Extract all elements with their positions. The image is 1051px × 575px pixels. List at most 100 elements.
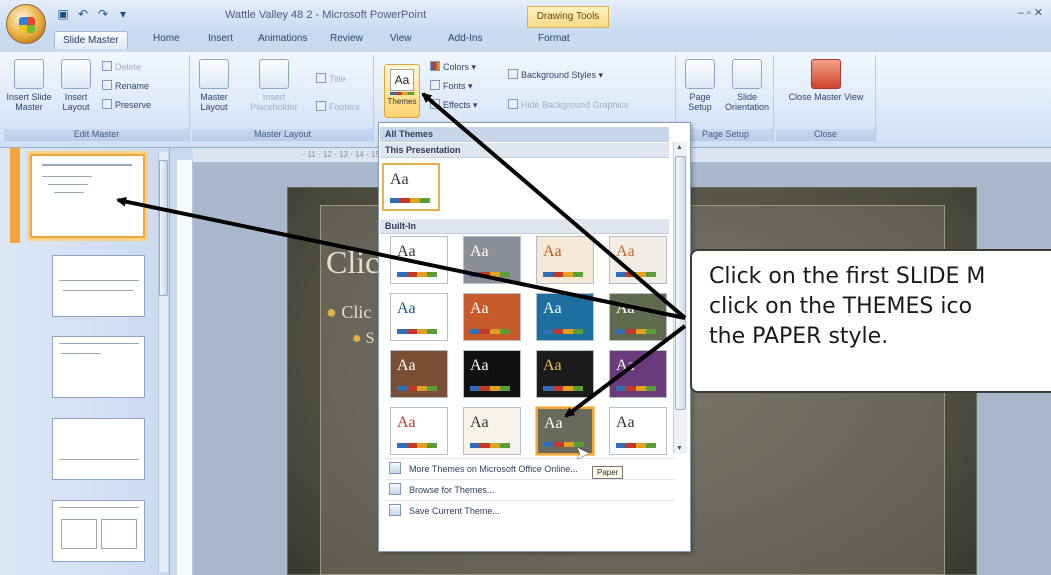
delete-button[interactable]: Delete [102, 61, 141, 72]
undo-icon[interactable]: ↶ [76, 7, 90, 21]
group-edit-master: Insert Slide Master Insert Layout Delete… [4, 55, 190, 143]
group-label-master-layout: Master Layout [192, 129, 373, 141]
effects-button[interactable]: Effects ▾ [430, 99, 477, 111]
theme-tile-label: Aa [470, 300, 489, 317]
scroll-down-icon[interactable]: ▼ [676, 445, 683, 452]
title-check-icon [316, 73, 326, 83]
group-label-edit-master: Edit Master [4, 129, 189, 141]
theme-color-swatch [616, 386, 656, 391]
window-controls[interactable]: – ▫ ✕ [1018, 6, 1043, 19]
theme-color-swatch [397, 443, 437, 448]
theme-tile[interactable]: Aa [390, 293, 448, 341]
tab-view[interactable]: View [390, 33, 412, 44]
theme-color-swatch [543, 329, 583, 334]
slide-body-level1[interactable]: ● Clic [326, 302, 371, 323]
theme-tile-current[interactable]: Aa [382, 163, 440, 211]
group-master-layout: Master Layout Insert Placeholder Title F… [192, 55, 374, 143]
tab-animations[interactable]: Animations [258, 33, 307, 44]
page-setup-button[interactable]: Page Setup [680, 59, 720, 112]
redo-icon[interactable]: ↷ [96, 7, 110, 21]
theme-tile-label: Aa [470, 414, 489, 431]
more-themes-online-item[interactable]: More Themes on Microsoft Office Online..… [385, 458, 675, 478]
group-label-page-setup: Page Setup [678, 129, 773, 141]
theme-tile[interactable]: Aa [609, 236, 667, 284]
thumb-title-line [59, 343, 139, 344]
layout-thumbnail[interactable] [52, 255, 145, 317]
theme-tile-label: Aa [543, 243, 562, 260]
save-theme-icon [389, 504, 401, 516]
footers-checkbox[interactable]: Footers [316, 101, 360, 112]
insert-placeholder-button[interactable]: Insert Placeholder [238, 59, 310, 112]
fonts-button[interactable]: Fonts ▾ [430, 80, 473, 92]
bullet-icon: ● [352, 330, 366, 347]
theme-tile-label: Aa [544, 415, 563, 432]
instruction-callout: Click on the first SLIDE M click on the … [690, 249, 1051, 393]
layout-thumbnail[interactable] [52, 500, 145, 562]
theme-tile[interactable]: Aa [536, 293, 594, 341]
bullet-icon: ● [326, 302, 342, 322]
thumb-title-line [59, 280, 139, 281]
theme-tile[interactable]: Aa [536, 350, 594, 398]
theme-tile[interactable]: Aa [536, 236, 594, 284]
office-button[interactable] [6, 4, 46, 44]
preserve-button[interactable]: Preserve [102, 99, 151, 110]
gallery-scrollbar-thumb[interactable] [675, 156, 686, 410]
theme-color-swatch [616, 272, 656, 277]
theme-tile[interactable]: Aa [463, 293, 521, 341]
slide-master-thumbnail[interactable] [30, 154, 145, 238]
scroll-up-icon[interactable]: ▲ [676, 144, 683, 151]
background-styles-icon [508, 69, 518, 79]
hide-background-check-icon [508, 99, 518, 109]
title-checkbox[interactable]: Title [316, 73, 346, 84]
slide-title-placeholder[interactable]: Clic [326, 244, 379, 281]
tab-review[interactable]: Review [330, 33, 363, 44]
footers-check-icon [316, 101, 326, 111]
preserve-icon [102, 99, 112, 109]
layout-thumbnail[interactable] [52, 418, 145, 480]
insert-layout-button[interactable]: Insert Layout [54, 59, 98, 112]
theme-tile[interactable]: Aa [390, 407, 448, 455]
gallery-header-all-themes[interactable]: All Themes [380, 127, 669, 142]
theme-tile-label: Aa [543, 357, 562, 374]
rename-button[interactable]: Rename [102, 80, 149, 91]
tab-home[interactable]: Home [153, 33, 180, 44]
thumb-body-line [42, 176, 92, 177]
colors-button[interactable]: Colors ▾ [430, 61, 476, 73]
scrollbar-thumb[interactable] [159, 160, 168, 296]
slide-body-level2[interactable]: ● S [352, 330, 375, 348]
slides-pane-scrollbar[interactable] [158, 152, 168, 572]
group-close: Close Master View Close [776, 55, 876, 143]
master-layout-button[interactable]: Master Layout [194, 59, 234, 112]
theme-tile-label: Aa [616, 243, 635, 260]
tab-format[interactable]: Format [538, 33, 570, 44]
gallery-scrollbar[interactable]: ▲ ▼ [673, 142, 687, 454]
customize-qat-icon[interactable]: ▾ [116, 7, 130, 21]
theme-tile[interactable]: Aa [609, 407, 667, 455]
insert-slide-master-button[interactable]: Insert Slide Master [6, 59, 52, 112]
theme-color-swatch [543, 272, 583, 277]
hide-background-checkbox[interactable]: Hide Background Graphics [508, 99, 629, 110]
theme-tile[interactable]: Aa [463, 407, 521, 455]
theme-tile-label: Aa [397, 414, 416, 431]
save-icon[interactable]: ▣ [56, 7, 70, 21]
themes-button[interactable]: Aa Themes [384, 64, 420, 118]
browse-for-themes-item[interactable]: Browse for Themes... [385, 479, 675, 499]
theme-color-swatch [397, 386, 437, 391]
theme-tile-label: Aa [543, 300, 562, 317]
theme-tile[interactable]: Aa [609, 350, 667, 398]
tab-add-ins[interactable]: Add-Ins [448, 33, 482, 44]
themes-icon: Aa [390, 69, 414, 91]
close-master-view-button[interactable]: Close Master View [786, 59, 866, 102]
save-current-theme-item[interactable]: Save Current Theme... [385, 500, 675, 520]
tab-insert[interactable]: Insert [208, 33, 233, 44]
tab-slide-master[interactable]: Slide Master [54, 31, 128, 49]
theme-tile[interactable]: Aa [463, 350, 521, 398]
gallery-header-this-presentation: This Presentation [380, 143, 669, 158]
theme-tile[interactable]: Aa [390, 350, 448, 398]
theme-tile[interactable]: Aa [463, 236, 521, 284]
background-styles-button[interactable]: Background Styles ▾ [508, 69, 603, 81]
layout-thumbnail[interactable] [52, 336, 145, 398]
theme-tile[interactable]: Aa [609, 293, 667, 341]
theme-tile[interactable]: Aa [390, 236, 448, 284]
slide-orientation-button[interactable]: Slide Orientation [722, 59, 772, 112]
